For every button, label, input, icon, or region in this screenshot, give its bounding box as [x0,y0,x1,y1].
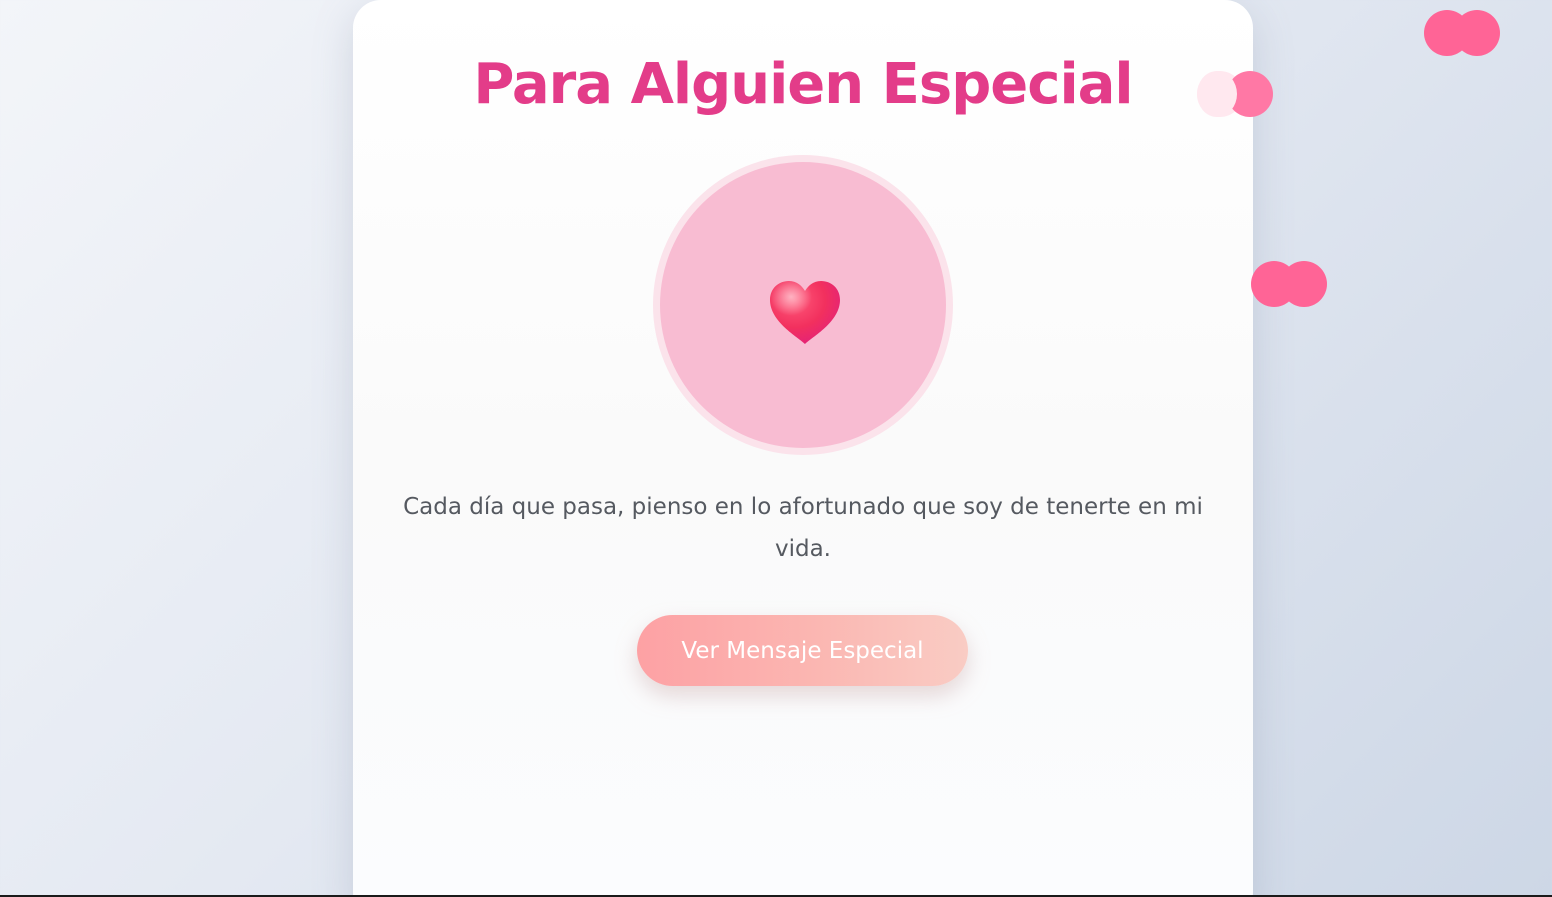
floating-heart-icon [1251,261,1329,309]
heart-circle [660,162,946,448]
view-special-message-button[interactable]: Ver Mensaje Especial [637,615,968,686]
message-card: Para Alguien Especial Cada día que pasa,… [353,0,1253,897]
page-title: Para Alguien Especial [473,52,1133,117]
heart-icon [770,281,840,344]
floating-heart-icon [1197,71,1275,119]
love-message: Cada día que pasa, pienso en lo afortuna… [403,494,1203,562]
heart-circle-ring [653,155,953,455]
floating-heart-icon [1424,10,1502,58]
